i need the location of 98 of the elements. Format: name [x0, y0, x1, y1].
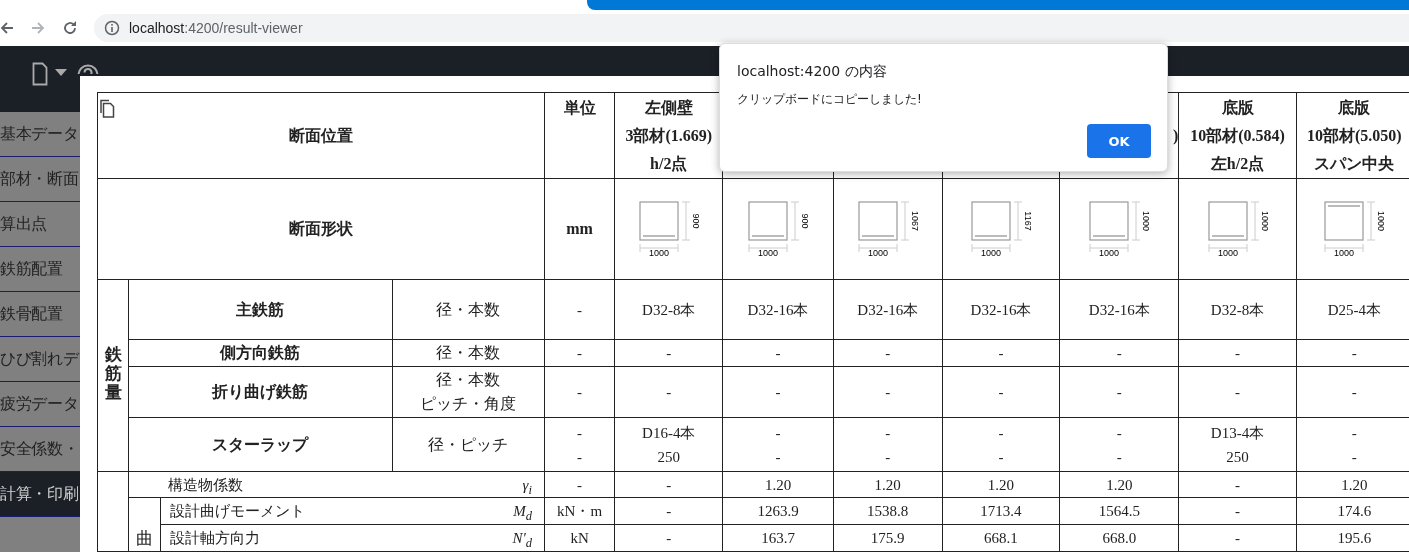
unit-cell: - [544, 339, 615, 367]
table-cell: 668.0 [1059, 524, 1179, 552]
table-cell: 1564.5 [1059, 497, 1179, 525]
table-cell: 163.7 [722, 524, 834, 552]
unit-cell: kN [544, 524, 615, 552]
dimension-label: 1000 [867, 248, 888, 258]
column-header: 底版 10部材(5.050) スパン中央 [1296, 92, 1409, 179]
dimension-label: 1000 [1099, 248, 1120, 258]
table-cell: 1263.9 [722, 497, 834, 525]
dimension-label: 1167 [1023, 211, 1033, 231]
table-cell: - [1178, 366, 1297, 418]
column-header: 単位 [544, 92, 615, 179]
dimension-label: 1000 [1334, 248, 1355, 258]
dimension-label: 1067 [909, 211, 920, 231]
table-cell: D13-4本 250 [1178, 417, 1297, 472]
table-cell: - [722, 366, 834, 418]
table-cell: - [1059, 339, 1179, 367]
column-header: 底版 10部材(0.584) 左h/2点 [1178, 92, 1297, 179]
table-cell: - [1178, 471, 1297, 498]
dialog-message: クリップボードにコピーしました! [737, 91, 923, 108]
dimension-label: 1000 [1259, 211, 1270, 231]
dimension-label: 1000 [1141, 211, 1152, 231]
table-cell: - [614, 471, 723, 498]
table-cell: - [1178, 339, 1297, 367]
table-cell: 668.1 [942, 524, 1060, 552]
url-text: localhost:4200/result-viewer [129, 20, 303, 36]
table-cell: 1.20 [722, 471, 834, 498]
dimension-label: 1000 [758, 248, 778, 258]
row-header: 主鉄筋 [128, 279, 393, 340]
dimension-label: 1000 [1217, 248, 1238, 258]
table-cell: - - [942, 417, 1060, 472]
symbol-label: M$_{d}$ [513, 502, 532, 523]
sidebar-item[interactable]: 計算・印刷 [0, 472, 80, 517]
table-cell: - [1178, 524, 1297, 552]
row-header: 断面形状 [97, 178, 545, 280]
unit-cell: - [544, 366, 615, 418]
unit-cell: kN・m [544, 497, 615, 525]
table-cell: - [614, 366, 723, 418]
table-cell: D32-8本 [1178, 279, 1297, 340]
table-cell: 1713.4 [942, 497, 1060, 525]
row-header: 構造物係数 [168, 475, 244, 495]
table-cell: D16-4本 250 [614, 417, 723, 472]
table-cell: - [833, 339, 943, 367]
table-cell: - [1059, 366, 1179, 418]
caret-icon[interactable] [55, 69, 67, 76]
info-icon [104, 20, 120, 36]
row-header: スターラップ [128, 417, 393, 472]
unit-cell: - [544, 279, 615, 340]
table-cell: D32-16本 [722, 279, 834, 340]
dialog-title: localhost:4200 の内容 [737, 63, 888, 81]
table-cell: - - [722, 417, 834, 472]
symbol-label: N'$_{d}$ [512, 529, 532, 550]
table-cell: 1.20 [1059, 471, 1179, 498]
dimension-label: 1000 [1376, 211, 1387, 231]
dimension-label: 1000 [648, 248, 669, 258]
address-bar[interactable]: localhost:4200/result-viewer [94, 14, 1409, 42]
table-cell: D32-16本 [833, 279, 943, 340]
group-label: 鉄筋量 [104, 346, 122, 403]
row-subheader: 径・本数 [392, 339, 545, 367]
table-cell: - [833, 366, 943, 418]
table-cell: - [614, 339, 723, 367]
row-subheader: 径・本数 [392, 279, 545, 340]
unit-cell: - [544, 471, 615, 498]
table-cell: 175.9 [833, 524, 943, 552]
table-cell: - [942, 366, 1060, 418]
copy-icon[interactable] [99, 99, 117, 118]
row-subheader: 径・ピッチ [392, 417, 545, 472]
help-icon[interactable] [77, 64, 99, 74]
dimension-label: 900 [690, 213, 701, 229]
back-button[interactable] [0, 21, 14, 35]
file-icon[interactable] [32, 62, 48, 86]
column-header: 断面位置 [289, 126, 353, 144]
table-cell: 1.20 [942, 471, 1060, 498]
symbol-label: γ$_{i}$ [522, 475, 532, 497]
row-header: 折り曲げ鉄筋 [128, 366, 393, 418]
table-cell: - [942, 339, 1060, 367]
table-cell: - [614, 524, 723, 552]
table-cell: - - [833, 417, 943, 472]
row-header: 設計曲げモーメント [170, 502, 306, 521]
row-subheader: 径・本数 ピッチ・角度 [392, 366, 545, 418]
dimension-label: 1000 [980, 248, 1001, 258]
table-cell: - [1178, 497, 1297, 525]
table-cell: - [722, 339, 834, 367]
table-cell: - [614, 497, 723, 525]
table-cell: 1538.8 [833, 497, 943, 525]
table-cell: D32-8本 [614, 279, 723, 340]
unit-cell: - - [544, 417, 615, 472]
table-cell: D32-16本 [942, 279, 1060, 340]
table-cell: 1.20 [833, 471, 943, 498]
table-cell: D32-16本 [1059, 279, 1179, 340]
row-header: 側方向鉄筋 [128, 339, 393, 367]
dimension-label: 900 [800, 213, 810, 229]
reload-button[interactable] [62, 20, 78, 36]
unit-cell: mm [544, 178, 615, 280]
table-cell: - - [1059, 417, 1179, 472]
group-label: 曲 [136, 530, 154, 549]
row-header: 設計軸方向力 [170, 529, 261, 548]
ok-button[interactable]: OK [1087, 124, 1151, 158]
